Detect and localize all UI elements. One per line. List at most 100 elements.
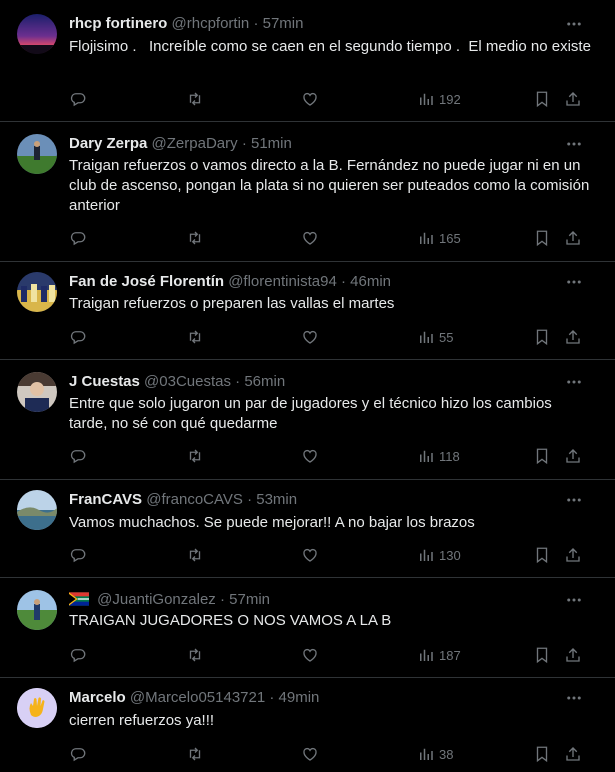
share-icon[interactable] [564, 228, 582, 248]
bookmark-icon[interactable] [533, 327, 551, 347]
like-icon[interactable] [301, 744, 319, 764]
more-icon[interactable] [563, 134, 585, 154]
like-icon[interactable] [301, 89, 319, 109]
timestamp[interactable]: 57min [229, 591, 270, 608]
author-name[interactable]: Marcelo [69, 689, 126, 706]
more-icon[interactable] [563, 272, 585, 292]
view-count: 55 [439, 329, 454, 345]
tweet-header: rhcp fortinero @rhcpfortin · 57min [69, 14, 303, 34]
views-button[interactable]: 38 [417, 744, 453, 764]
tweet-text: Flojisimo . Increíble como se caen en el… [69, 38, 591, 55]
avatar[interactable] [17, 134, 57, 174]
tweet[interactable]: J Cuestas @03Cuestas · 56min Entre que s… [0, 360, 615, 480]
tweet-header: Dary Zerpa @ZerpaDary · 51min [69, 134, 292, 154]
author-handle[interactable]: @Marcelo05143721 [130, 689, 265, 706]
timestamp[interactable]: 49min [279, 689, 320, 706]
author-name[interactable]: Fan de José Florentín [69, 273, 224, 290]
share-icon[interactable] [564, 327, 582, 347]
view-count: 38 [439, 746, 454, 762]
like-icon[interactable] [301, 645, 319, 665]
view-count: 192 [439, 91, 461, 107]
timestamp[interactable]: 57min [263, 15, 304, 32]
share-icon[interactable] [564, 89, 582, 109]
retweet-icon[interactable] [186, 228, 204, 248]
timestamp[interactable]: 46min [350, 273, 391, 290]
reply-icon[interactable] [69, 228, 87, 248]
more-icon[interactable] [563, 590, 585, 610]
author-handle[interactable]: @03Cuestas [144, 373, 231, 390]
retweet-icon[interactable] [186, 645, 204, 665]
reply-icon[interactable] [69, 446, 87, 466]
author-name[interactable]: rhcp fortinero [69, 15, 167, 32]
views-button[interactable]: 118 [417, 446, 460, 466]
share-icon[interactable] [564, 645, 582, 665]
more-icon[interactable] [563, 372, 585, 392]
share-icon[interactable] [564, 744, 582, 764]
timestamp[interactable]: 56min [244, 373, 285, 390]
tweet[interactable]: rhcp fortinero @rhcpfortin · 57min Floji… [0, 0, 615, 122]
reply-icon[interactable] [69, 645, 87, 665]
tweet[interactable]: @JuantiGonzalez · 57min TRAIGAN JUGADORE… [0, 578, 615, 678]
reply-timeline: rhcp fortinero @rhcpfortin · 57min Floji… [0, 0, 615, 772]
author-handle[interactable]: @rhcpfortin [172, 15, 250, 32]
timestamp[interactable]: 53min [256, 491, 297, 508]
author-handle[interactable]: @ZerpaDary [152, 135, 238, 152]
tweet-header: FranCAVS @francoCAVS · 53min [69, 490, 297, 510]
views-icon [420, 232, 433, 244]
bookmark-icon[interactable] [533, 228, 551, 248]
avatar[interactable] [17, 590, 57, 630]
share-icon[interactable] [564, 446, 582, 466]
retweet-icon[interactable] [186, 327, 204, 347]
share-icon[interactable] [564, 545, 582, 565]
timestamp[interactable]: 51min [251, 135, 292, 152]
reply-icon[interactable] [69, 89, 87, 109]
author-handle[interactable]: @JuantiGonzalez [97, 591, 216, 608]
like-icon[interactable] [301, 228, 319, 248]
views-button[interactable]: 55 [417, 327, 453, 347]
views-button[interactable]: 187 [417, 645, 461, 665]
tweet-text: TRAIGAN JUGADORES O NOS VAMOS A LA B [69, 612, 392, 629]
reply-icon[interactable] [69, 327, 87, 347]
bookmark-icon[interactable] [533, 645, 551, 665]
author-handle[interactable]: @florentinista94 [228, 273, 337, 290]
separator: · [269, 689, 275, 706]
tweet-text: Vamos muchachos. Se puede mejorar!! A no… [69, 514, 475, 531]
views-button[interactable]: 130 [417, 545, 461, 565]
reply-icon[interactable] [69, 744, 87, 764]
tweet[interactable]: Fan de José Florentín @florentinista94 ·… [0, 262, 615, 360]
tweet[interactable]: Marcelo @Marcelo05143721 · 49min cierren… [0, 678, 615, 772]
bookmark-icon[interactable] [533, 744, 551, 764]
retweet-icon[interactable] [186, 545, 204, 565]
bookmark-icon[interactable] [533, 545, 551, 565]
author-name[interactable]: J Cuestas [69, 373, 140, 390]
reply-icon[interactable] [69, 545, 87, 565]
views-button[interactable]: 192 [417, 89, 461, 109]
more-icon[interactable] [563, 490, 585, 510]
author-handle[interactable]: @francoCAVS [146, 491, 243, 508]
bookmark-icon[interactable] [533, 89, 551, 109]
tweet[interactable]: FranCAVS @francoCAVS · 53min Vamos mucha… [0, 480, 615, 578]
separator: · [253, 15, 259, 32]
avatar[interactable] [17, 272, 57, 312]
bookmark-icon[interactable] [533, 446, 551, 466]
retweet-icon[interactable] [186, 89, 204, 109]
author-name[interactable]: FranCAVS [69, 491, 142, 508]
tweet[interactable]: Dary Zerpa @ZerpaDary · 51min Traigan re… [0, 122, 615, 262]
author-name[interactable]: Dary Zerpa [69, 135, 147, 152]
more-icon[interactable] [563, 14, 585, 34]
more-icon[interactable] [563, 688, 585, 708]
avatar[interactable] [17, 14, 57, 54]
views-button[interactable]: 165 [417, 228, 461, 248]
view-count: 130 [439, 547, 461, 563]
views-icon [420, 450, 433, 462]
retweet-icon[interactable] [186, 744, 204, 764]
retweet-icon[interactable] [186, 446, 204, 466]
view-count: 165 [439, 230, 461, 246]
like-icon[interactable] [301, 446, 319, 466]
avatar[interactable] [17, 490, 57, 530]
separator: · [247, 491, 253, 508]
like-icon[interactable] [301, 327, 319, 347]
avatar[interactable] [17, 688, 57, 728]
like-icon[interactable] [301, 545, 319, 565]
avatar[interactable] [17, 372, 57, 412]
